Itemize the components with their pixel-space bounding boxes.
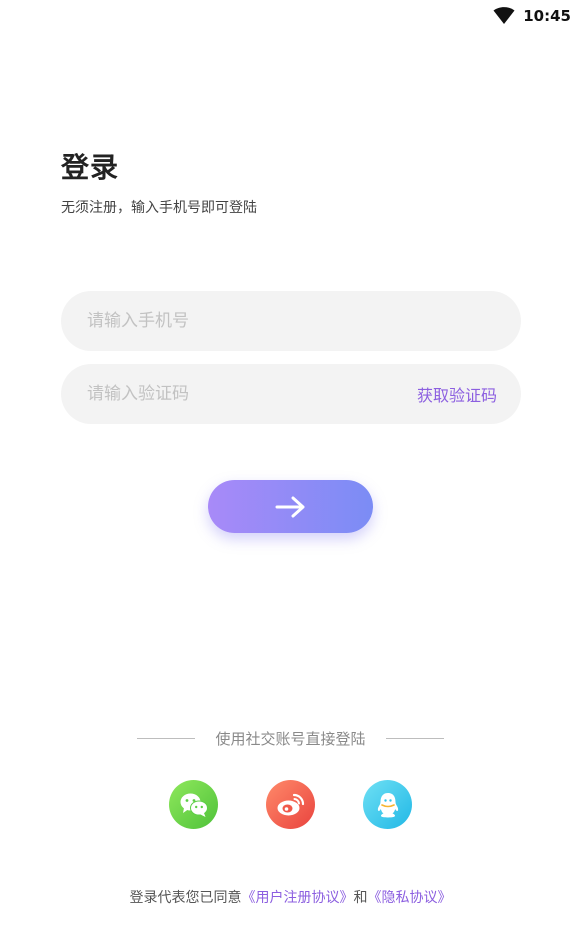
privacy-agreement-link[interactable]: 《隐私协议》 [368, 890, 452, 906]
page-title: 登录 [61, 151, 120, 184]
agreement-conjunction: 和 [353, 890, 368, 906]
get-code-button[interactable]: 获取验证码 [417, 382, 497, 406]
wechat-icon [180, 793, 208, 817]
weibo-login-button[interactable] [266, 780, 315, 829]
social-login-divider: 使用社交账号直接登陆 [0, 728, 581, 749]
social-login-label: 使用社交账号直接登陆 [215, 730, 366, 748]
user-agreement-link[interactable]: 《用户注册协议》 [242, 890, 354, 906]
divider-line-left [137, 738, 196, 739]
wechat-login-button[interactable] [169, 780, 218, 829]
code-field-container: 获取验证码 [61, 364, 521, 424]
page-subtitle: 无须注册，输入手机号即可登陆 [61, 200, 257, 216]
weibo-icon [277, 793, 304, 815]
wifi-icon [493, 7, 515, 25]
phone-field-container [61, 291, 521, 351]
status-bar: 10:45 [493, 0, 581, 32]
phone-input[interactable] [85, 310, 497, 332]
login-submit-button[interactable] [208, 480, 373, 533]
agreement-prefix: 登录代表您已同意 [129, 890, 242, 906]
divider-line-right [385, 738, 444, 739]
verification-code-input[interactable] [85, 383, 417, 405]
arrow-right-icon [275, 496, 304, 517]
qq-login-button[interactable] [363, 780, 412, 829]
social-login-row [0, 780, 581, 829]
agreement-text: 登录代表您已同意《用户注册协议》和《隐私协议》 [0, 887, 581, 907]
status-time: 10:45 [523, 7, 571, 25]
qq-icon [377, 792, 398, 817]
